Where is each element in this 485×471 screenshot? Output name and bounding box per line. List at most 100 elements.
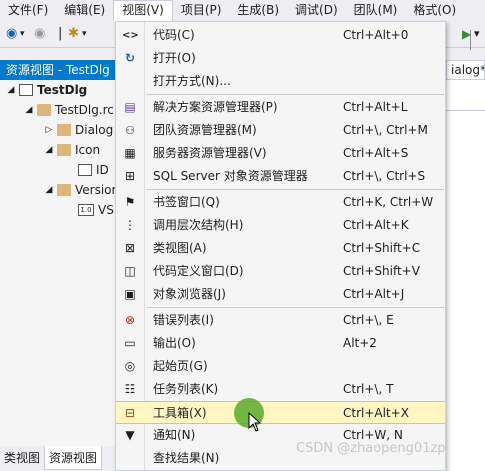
menu-format[interactable]: 格式(O) bbox=[405, 0, 464, 21]
menu-build[interactable]: 生成(B) bbox=[229, 0, 287, 21]
menu-file[interactable]: 文件(F) bbox=[0, 0, 56, 21]
tree-item-icon-resource[interactable]: ID bbox=[78, 160, 109, 180]
expander-icon[interactable]: ▷ bbox=[44, 120, 54, 140]
panel-tabs: 类视图 资源视图 bbox=[0, 446, 120, 471]
menu-separator bbox=[146, 307, 444, 308]
menu-item-toolbox[interactable]: ⊟ 工具箱(X) Ctrl+Alt+X bbox=[116, 401, 445, 424]
tree-item-label: Icon bbox=[75, 143, 101, 157]
tree-item-rc[interactable]: ◢ TestDlg.rc bbox=[24, 100, 114, 120]
expander-icon[interactable]: ◢ bbox=[24, 100, 34, 120]
folder-icon bbox=[57, 144, 71, 156]
tree-item-label: ID bbox=[96, 163, 109, 177]
menu-item-shortcut: Ctrl+Alt+X bbox=[343, 406, 409, 420]
tree-item-dialog[interactable]: ▷ Dialog bbox=[44, 120, 114, 140]
class-view-icon: ⊠ bbox=[124, 241, 136, 255]
notification-icon: ▼ bbox=[125, 428, 135, 442]
start-page-icon: ◎ bbox=[124, 359, 136, 373]
mouse-pointer-icon bbox=[248, 412, 262, 432]
team-explorer-icon: ⚇ bbox=[125, 124, 135, 137]
menu-item-code[interactable]: <> 代码(C) Ctrl+Alt+0 bbox=[116, 24, 445, 47]
menu-item-open-with[interactable]: 打开方式(N)... bbox=[116, 70, 445, 93]
menu-item-shortcut: Ctrl+Alt+S bbox=[343, 146, 409, 160]
menu-item-shortcut: Ctrl+Shift+V bbox=[343, 264, 420, 278]
menu-item-label: 代码定义窗口(D) bbox=[153, 264, 244, 278]
menu-item-shortcut: Ctrl+Shift+C bbox=[343, 241, 421, 255]
menu-item-label: 服务器资源管理器(V) bbox=[153, 146, 267, 160]
menu-item-task-list[interactable]: ☷ 任务列表(K) Ctrl+\, T bbox=[116, 378, 445, 401]
menu-item-error-list[interactable]: ⊗ 错误列表(I) Ctrl+\, E bbox=[116, 309, 445, 332]
menu-item-label: 对象浏览器(J) bbox=[153, 287, 226, 301]
toolbox-icon: ⊟ bbox=[124, 406, 136, 420]
menu-team[interactable]: 团队(M) bbox=[346, 0, 406, 21]
tree-item-icon-folder[interactable]: ◢ Icon bbox=[44, 140, 101, 160]
tree-item-version-resource[interactable]: 1.0 VS bbox=[78, 200, 114, 220]
menu-item-shortcut: Ctrl+Alt+L bbox=[343, 100, 408, 114]
menu-item-shortcut: Ctrl+\, Ctrl+S bbox=[343, 169, 426, 183]
tree-item-label: Version bbox=[75, 183, 120, 197]
open-icon: ↻ bbox=[124, 51, 136, 65]
expander-icon[interactable]: ◢ bbox=[44, 180, 54, 200]
watermark: CSDN @zhaopeng01zp bbox=[296, 441, 446, 456]
menu-item-label: 工具箱(X) bbox=[153, 406, 207, 420]
menu-item-label: 打开(O) bbox=[153, 51, 196, 65]
menu-item-class-view[interactable]: ⊠ 类视图(A) Ctrl+Shift+C bbox=[116, 237, 445, 260]
code-definition-icon: ◫ bbox=[124, 264, 136, 278]
menu-item-label: SQL Server 对象资源管理器 bbox=[153, 169, 308, 183]
menu-item-server-explorer[interactable]: ▦ 服务器资源管理器(V) Ctrl+Alt+S bbox=[116, 142, 445, 165]
folder-icon bbox=[57, 124, 71, 136]
sql-server-icon: ⊞ bbox=[124, 169, 136, 183]
call-hierarchy-icon: ⋮ bbox=[124, 218, 136, 232]
view-menu-dropdown: <> 代码(C) Ctrl+Alt+0 ↻ 打开(O) 打开方式(N)... ▤… bbox=[115, 21, 446, 471]
menu-item-shortcut: Alt+2 bbox=[343, 336, 377, 350]
menu-debug[interactable]: 调试(D) bbox=[287, 0, 346, 21]
output-icon: ▭ bbox=[124, 336, 136, 350]
chevron-down-icon[interactable]: ▾ bbox=[82, 29, 87, 39]
toolbar-divider bbox=[470, 30, 471, 50]
menu-item-bookmarks[interactable]: ⚑ 书签窗口(Q) Ctrl+K, Ctrl+W bbox=[116, 191, 445, 214]
divider bbox=[446, 110, 485, 111]
tab-resource-view[interactable]: 资源视图 bbox=[44, 446, 103, 470]
menu-item-label: 调用层次结构(H) bbox=[153, 218, 244, 232]
menu-item-sql-server[interactable]: ⊞ SQL Server 对象资源管理器 Ctrl+\, Ctrl+S bbox=[116, 165, 445, 188]
menu-view[interactable]: 视图(V) bbox=[113, 0, 173, 21]
menu-item-output[interactable]: ▭ 输出(O) Alt+2 bbox=[116, 332, 445, 355]
menu-item-call-hierarchy[interactable]: ⋮ 调用层次结构(H) Ctrl+Alt+K bbox=[116, 214, 445, 237]
tree-item-label: Dialog bbox=[75, 123, 114, 137]
chevron-down-icon[interactable]: ▾ bbox=[474, 27, 480, 40]
tab-class-view[interactable]: 类视图 bbox=[0, 446, 44, 469]
menu-item-open[interactable]: ↻ 打开(O) bbox=[116, 47, 445, 70]
menu-item-label: 类视图(A) bbox=[153, 241, 207, 255]
icon-resource-icon bbox=[78, 164, 92, 176]
tree-item-label: VS bbox=[98, 203, 114, 217]
chevron-down-icon[interactable]: ▾ bbox=[20, 29, 25, 39]
menu-item-shortcut: Ctrl+Alt+0 bbox=[343, 28, 409, 42]
menu-project[interactable]: 项目(P) bbox=[173, 0, 230, 21]
menu-item-object-browser[interactable]: ▣ 对象浏览器(J) Ctrl+Alt+J bbox=[116, 283, 445, 306]
menu-edit[interactable]: 编辑(E) bbox=[56, 0, 113, 21]
menu-item-solution-explorer[interactable]: ▤ 解决方案资源管理器(P) Ctrl+Alt+L bbox=[116, 96, 445, 119]
menu-item-shortcut: Ctrl+\, T bbox=[343, 382, 394, 396]
expander-icon[interactable]: ◢ bbox=[6, 80, 16, 100]
version-resource-icon: 1.0 bbox=[78, 204, 94, 216]
tree-item-version-folder[interactable]: ◢ Version bbox=[44, 180, 120, 200]
server-explorer-icon: ▦ bbox=[124, 146, 136, 160]
menu-item-shortcut: Ctrl+Alt+J bbox=[343, 287, 405, 301]
expander-icon[interactable]: ◢ bbox=[44, 140, 54, 160]
folder-icon bbox=[57, 184, 71, 196]
folder-icon bbox=[37, 104, 51, 116]
back-arrow-icon[interactable]: ◉ bbox=[6, 26, 17, 41]
menu-item-label: 输出(O) bbox=[153, 336, 196, 350]
menu-item-label: 书签窗口(Q) bbox=[153, 195, 220, 209]
menu-item-label: 解决方案资源管理器(P) bbox=[153, 100, 278, 114]
menu-item-code-definition[interactable]: ◫ 代码定义窗口(D) Ctrl+Shift+V bbox=[116, 260, 445, 283]
object-browser-icon: ▣ bbox=[124, 287, 136, 301]
menu-separator bbox=[146, 94, 444, 95]
new-item-icon[interactable]: ✱ bbox=[68, 26, 79, 41]
forward-arrow-icon[interactable]: ◉ bbox=[34, 26, 45, 41]
resource-view-header: 资源视图 - TestDlg bbox=[0, 60, 120, 80]
menu-item-start-page[interactable]: ◎ 起始页(G) bbox=[116, 355, 445, 378]
menu-item-label: 打开方式(N)... bbox=[153, 74, 231, 88]
document-tab[interactable]: ialog* bbox=[446, 60, 485, 80]
menu-item-team-explorer[interactable]: ⚇ 团队资源管理器(M) Ctrl+\, Ctrl+M bbox=[116, 119, 445, 142]
tree-item-project[interactable]: ◢ TestDlg bbox=[6, 80, 88, 100]
